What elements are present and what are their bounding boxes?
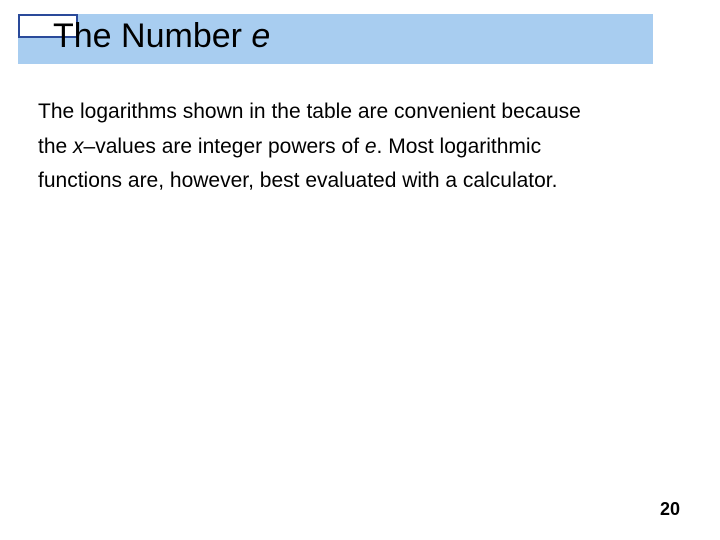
body-e: e [365, 135, 377, 158]
body-line2a: the [38, 135, 73, 158]
body-line2e: . Most logarithmic [377, 135, 542, 158]
body-line1: The logarithms shown in the table are co… [38, 100, 581, 123]
page-title: The Number e [53, 17, 270, 56]
title-italic: e [251, 17, 270, 55]
page-number: 20 [660, 499, 680, 520]
body-x: x [73, 135, 84, 158]
body-line2c: –values are integer powers of [84, 135, 365, 158]
body-line3: functions are, however, best evaluated w… [38, 169, 557, 192]
title-prefix: The Number [53, 17, 251, 55]
body-paragraph: The logarithms shown in the table are co… [38, 95, 668, 199]
